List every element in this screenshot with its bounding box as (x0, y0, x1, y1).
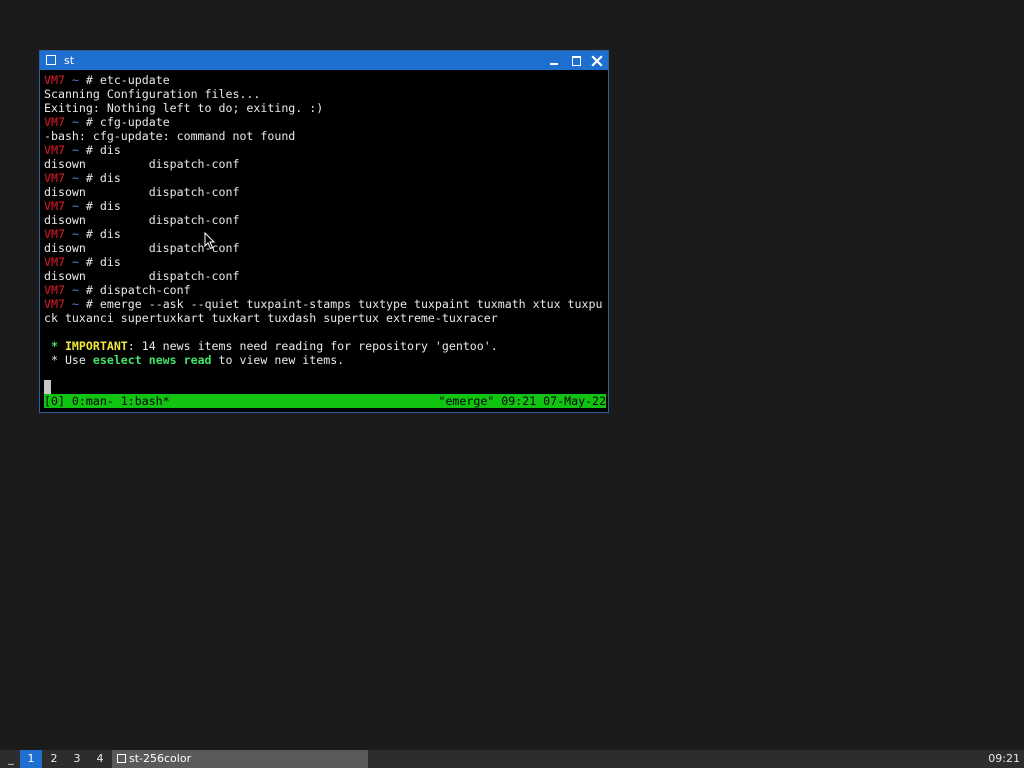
command-text: dis (92, 227, 121, 241)
prompt-host: VM7 (44, 115, 65, 129)
terminal-line: VM7 ~ # dis (44, 143, 606, 157)
terminal-line: VM7 ~ # dis (44, 255, 606, 269)
close-button[interactable] (588, 52, 606, 69)
terminal-line: ck tuxanci supertuxkart tuxkart tuxdash … (44, 311, 606, 325)
terminal-line: disown dispatch-conf (44, 157, 606, 171)
command-text: dis (92, 171, 121, 185)
prompt-host: VM7 (44, 73, 65, 87)
notice-command: eselect news read (92, 353, 212, 367)
prompt-dir: ~ (71, 143, 79, 157)
terminal-line: disown dispatch-conf (44, 269, 606, 283)
output-text: disown dispatch-conf (44, 269, 240, 283)
minimize-all-button[interactable]: _ (4, 750, 18, 768)
output-text: ck tuxanci supertuxkart tuxkart tuxdash … (44, 311, 498, 325)
terminal-line: VM7 ~ # dis (44, 199, 606, 213)
output-text: -bash: cfg-update: command not found (44, 129, 296, 143)
output-text: Exiting: Nothing left to do; exiting. :) (44, 101, 324, 115)
terminal-line: * Use eselect news read to view new item… (44, 353, 606, 367)
notice-text: * Use (44, 353, 93, 367)
terminal-line: VM7 ~ # etc-update (44, 73, 606, 87)
terminal-output[interactable]: VM7 ~ # etc-update Scanning Configuration… (44, 73, 606, 393)
output-text: disown dispatch-conf (44, 157, 240, 171)
prompt-host: VM7 (44, 199, 65, 213)
minimize-icon (550, 63, 558, 65)
terminal-line: disown dispatch-conf (44, 185, 606, 199)
terminal-line: Exiting: Nothing left to do; exiting. :) (44, 101, 606, 115)
prompt-symbol: # (85, 171, 93, 185)
workspace-1-button[interactable]: 1 (20, 750, 42, 768)
prompt-host: VM7 (44, 227, 65, 241)
command-text: cfg-update (92, 115, 170, 129)
terminal-line: VM7 ~ # dis (44, 171, 606, 185)
notice-bullet: * (44, 339, 65, 353)
prompt-symbol: # (85, 143, 93, 157)
terminal-line: * IMPORTANT: 14 news items need reading … (44, 339, 606, 353)
terminal-line: VM7 ~ # dis (44, 227, 606, 241)
command-text: dispatch-conf (92, 283, 191, 297)
prompt-host: VM7 (44, 171, 65, 185)
notice-important: IMPORTANT (64, 339, 128, 353)
prompt-symbol: # (85, 283, 93, 297)
output-text: Scanning Configuration files... (44, 87, 261, 101)
window-icon (117, 754, 126, 763)
command-text: dis (92, 199, 121, 213)
command-text: dis (92, 255, 121, 269)
maximize-button[interactable] (567, 52, 585, 69)
prompt-symbol: # (85, 255, 93, 269)
prompt-dir: ~ (71, 73, 79, 87)
minimize-button[interactable] (545, 52, 563, 69)
workspace-2-button[interactable]: 2 (44, 750, 64, 768)
terminal-window[interactable]: st VM7 ~ # etc-update Scanning Configurat… (39, 50, 609, 413)
prompt-dir: ~ (71, 297, 79, 311)
prompt-host: VM7 (44, 283, 65, 297)
terminal-line: VM7 ~ # cfg-update (44, 115, 606, 129)
prompt-symbol: # (85, 297, 93, 311)
output-text: disown dispatch-conf (44, 185, 240, 199)
prompt-symbol: # (85, 115, 93, 129)
command-text: dis (92, 143, 121, 157)
mouse-pointer-icon (204, 232, 216, 250)
terminal-line: disown dispatch-conf (44, 213, 606, 227)
prompt-dir: ~ (71, 115, 79, 129)
prompt-symbol: # (85, 199, 93, 213)
notice-text: to view new items. (211, 353, 345, 367)
text-cursor (44, 380, 51, 394)
prompt-dir: ~ (71, 227, 79, 241)
workspace-3-button[interactable]: 3 (67, 750, 87, 768)
window-title: st (64, 54, 75, 67)
output-text: disown dispatch-conf (44, 213, 240, 227)
terminal-line: -bash: cfg-update: command not found (44, 129, 606, 143)
prompt-symbol: # (85, 73, 93, 87)
task-label: st-256color (129, 752, 192, 765)
prompt-host: VM7 (44, 255, 65, 269)
maximize-icon (571, 55, 581, 66)
prompt-host: VM7 (44, 297, 65, 311)
tmux-status-right: "emerge" 09:21 07-May-22 (438, 394, 606, 408)
clock: 09:21 (988, 752, 1020, 765)
terminal-line: Scanning Configuration files... (44, 87, 606, 101)
tmux-window-list: [0] 0:man- 1:bash* (44, 394, 170, 408)
notice-text: : 14 news items need reading for reposit… (127, 339, 498, 353)
prompt-symbol: # (85, 227, 93, 241)
workspace-4-button[interactable]: 4 (90, 750, 110, 768)
terminal-line: VM7 ~ # emerge --ask --quiet tuxpaint-st… (44, 297, 606, 311)
tmux-status-bar: [0] 0:man- 1:bash* "emerge" 09:21 07-May… (44, 394, 606, 408)
window-titlebar[interactable]: st (40, 51, 608, 70)
prompt-dir: ~ (71, 199, 79, 213)
terminal-line: VM7 ~ # dispatch-conf (44, 283, 606, 297)
terminal-line: disown dispatch-conf (44, 241, 606, 255)
prompt-host: VM7 (44, 143, 65, 157)
prompt-dir: ~ (71, 171, 79, 185)
command-text: emerge --ask --quiet tuxpaint-stamps tux… (92, 297, 603, 311)
prompt-dir: ~ (71, 255, 79, 269)
taskbar: _ 1 2 3 4 st-256color 09:21 (0, 750, 1024, 768)
taskbar-task-st[interactable]: st-256color (112, 750, 368, 768)
close-icon (591, 54, 603, 67)
prompt-dir: ~ (71, 283, 79, 297)
command-text: etc-update (92, 73, 170, 87)
window-icon[interactable] (46, 55, 56, 65)
